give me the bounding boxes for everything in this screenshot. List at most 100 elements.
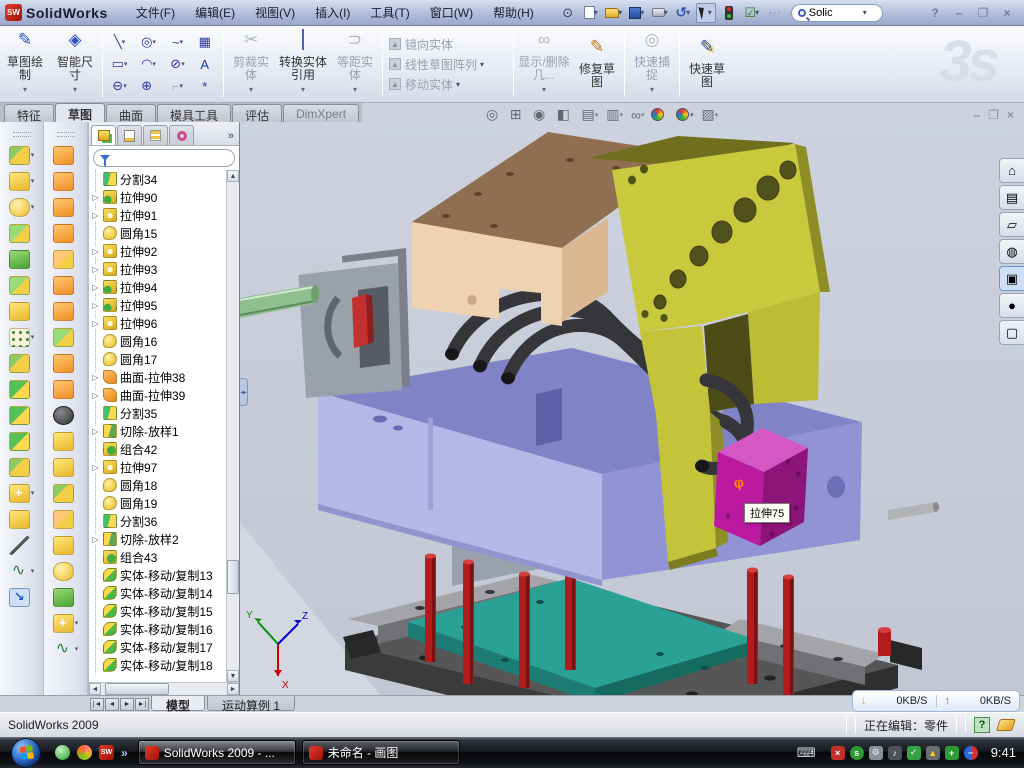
prev-tab-button[interactable]: ◄ xyxy=(105,698,119,711)
ribbon-tab[interactable]: 评估 xyxy=(232,104,282,122)
pin-icon[interactable]: ⊙ xyxy=(558,3,578,23)
feature-tool-button[interactable]: ▾ xyxy=(9,454,35,480)
sketch-button[interactable]: ✎ 草图绘制▾ xyxy=(0,26,50,102)
mold-tool-button[interactable]: ▾ xyxy=(53,168,79,194)
expand-arrow-icon[interactable]: ▷ xyxy=(91,391,100,400)
feature-tool-button[interactable]: ▾ xyxy=(9,246,35,272)
restore-button[interactable]: ❐ xyxy=(974,5,992,20)
trim-entities-button[interactable]: ✂ 剪裁实体▾ xyxy=(226,26,276,102)
tree-item[interactable]: ▷ 组合42 xyxy=(96,440,239,458)
hud-view-tool-button[interactable]: ▤▾ xyxy=(580,106,598,123)
scroll-thumb[interactable] xyxy=(227,560,239,594)
property-manager-tab[interactable] xyxy=(117,125,142,145)
mold-tool-button[interactable]: ▾ xyxy=(53,246,79,272)
feature-tool-button[interactable]: ▾ xyxy=(9,402,35,428)
select-button[interactable]: ▾ xyxy=(696,3,716,23)
tree-item[interactable]: ▷ 实体-移动/复制16 xyxy=(96,620,239,638)
feature-tool-button[interactable]: ▾ xyxy=(9,272,35,298)
tree-item[interactable]: ▷ 分割35 xyxy=(96,404,239,422)
sketch-entity-button[interactable]: ◠▾ xyxy=(134,53,163,75)
ribbon-tab[interactable]: DimXpert xyxy=(283,104,359,122)
ribbon-tab[interactable]: 特征 xyxy=(4,104,54,122)
design-checker-icon[interactable] xyxy=(719,3,739,23)
menu-item[interactable]: 视图(V) xyxy=(245,0,305,25)
feature-tool-button[interactable]: ▾ xyxy=(9,142,35,168)
convert-entities-button[interactable]: 转换实体引用▾ xyxy=(276,26,330,102)
mold-tool-button[interactable]: ▾ xyxy=(53,402,79,428)
mold-tool-button[interactable]: ▾ xyxy=(53,272,79,298)
hscroll-thumb[interactable] xyxy=(105,683,169,695)
feature-tool-button[interactable]: ▾ xyxy=(9,558,35,584)
tree-item[interactable]: ▷ 拉伸97 xyxy=(96,458,239,476)
mold-tool-button[interactable]: ▾ xyxy=(53,532,79,558)
mold-tool-button[interactable]: ▾ xyxy=(53,324,79,350)
sketch-entity-button[interactable]: ⊘▾ xyxy=(163,53,192,75)
undo-button[interactable]: ↺▾ xyxy=(673,3,693,23)
tags-icon[interactable] xyxy=(996,719,1016,731)
mold-tool-button[interactable]: ▾ xyxy=(53,220,79,246)
volume-tray-icon[interactable]: ♪ xyxy=(888,746,902,760)
tree-item[interactable]: ▷ 拉伸91 xyxy=(96,206,239,224)
sketch-entity-button[interactable]: ~▾ xyxy=(163,31,192,53)
panel-splitter-handle[interactable]: ◂▸ xyxy=(240,378,248,406)
task-pane-tab[interactable]: ▤ xyxy=(999,185,1024,210)
quick-tips-button[interactable]: ? xyxy=(974,717,990,733)
messenger-icon[interactable] xyxy=(55,745,70,760)
tree-item[interactable]: ▷ 圆角19 xyxy=(96,494,239,512)
feature-manager-tab[interactable] xyxy=(91,125,116,145)
tree-item[interactable]: ▷ 切除-放样1 xyxy=(96,422,239,440)
menu-item[interactable]: 文件(F) xyxy=(126,0,185,25)
sketch-entity-button[interactable]: ⊖▾ xyxy=(105,75,134,97)
ribbon-tab[interactable]: 草图 xyxy=(55,103,105,122)
task-pane-tab[interactable]: ▣ xyxy=(999,266,1024,291)
hud-view-tool-button[interactable]: ◎▾ xyxy=(485,106,502,123)
task-pane-tab[interactable]: ◍ xyxy=(999,239,1024,264)
expand-arrow-icon[interactable]: ▷ xyxy=(91,463,100,472)
sketch-tool-button[interactable]: ▲ 移动实体▾ xyxy=(389,75,507,93)
sketch-entity-button[interactable]: ⌐▾ xyxy=(163,75,192,97)
save-button[interactable]: ▾ xyxy=(627,3,647,23)
sketch-entity-button[interactable]: ▭▾ xyxy=(105,53,134,75)
expand-arrow-icon[interactable]: ▷ xyxy=(91,301,100,310)
help-button[interactable]: ? xyxy=(926,5,944,20)
manager-tabs-overflow[interactable]: » xyxy=(225,130,237,145)
expand-arrow-icon[interactable]: ▷ xyxy=(91,319,100,328)
graphics-area[interactable]: φ Y Z X ◎▾ xyxy=(240,103,1024,695)
part-sprue-latch[interactable] xyxy=(298,248,410,398)
tree-item[interactable]: ▷ 圆角17 xyxy=(96,350,239,368)
search-box[interactable]: ▾ xyxy=(791,4,883,22)
tree-item[interactable]: ▷ 实体-移动/复制15 xyxy=(96,602,239,620)
expand-arrow-icon[interactable]: ▷ xyxy=(91,193,100,202)
options-button[interactable]: ☑▾ xyxy=(742,3,762,23)
sketch-tool-button[interactable]: ▲ 镜向实体▾ xyxy=(389,35,507,53)
ribbon-tab[interactable]: 曲面 xyxy=(106,104,156,122)
feature-tool-button[interactable]: ▾ xyxy=(9,324,35,350)
repair-sketch-button[interactable]: ✎ 修复草图 xyxy=(572,26,622,102)
mold-tool-button[interactable]: ▾ xyxy=(53,194,79,220)
feature-tool-button[interactable]: ▾ xyxy=(9,298,35,324)
display-delete-relations-button[interactable]: ∞ 显示/删除几...▾ xyxy=(516,26,572,102)
tree-item[interactable]: ▷ 组合43 xyxy=(96,548,239,566)
traffic-tray-icon[interactable]: − xyxy=(964,746,978,760)
expand-arrow-icon[interactable]: ▷ xyxy=(91,211,100,220)
sync-tray-icon[interactable]: ✓ xyxy=(907,746,921,760)
tree-item[interactable]: ▷ 实体-移动/复制17 xyxy=(96,638,239,656)
sketch-entity-button[interactable]: ⊕▾ xyxy=(134,75,163,97)
tree-item[interactable]: ▷ 拉伸96 xyxy=(96,314,239,332)
scroll-up-icon[interactable]: ▲ xyxy=(227,170,239,182)
menu-item[interactable]: 帮助(H) xyxy=(483,0,544,25)
doc-minimize-button[interactable]: – xyxy=(974,108,981,122)
warning-tray-icon[interactable]: ▲ xyxy=(926,746,940,760)
smart-dimension-button[interactable]: ◈ 智能尺寸▾ xyxy=(50,26,100,102)
sketch-entity-button[interactable]: ◎▾ xyxy=(134,31,163,53)
tree-item[interactable]: ▷ 拉伸92 xyxy=(96,242,239,260)
scroll-right-icon[interactable]: ► xyxy=(227,683,239,695)
ribbon-tab[interactable]: 模具工具 xyxy=(157,104,231,122)
mold-tool-button[interactable]: ▾ xyxy=(53,506,79,532)
mold-tool-button[interactable]: ▾ xyxy=(53,142,79,168)
doc-restore-button[interactable]: ❐ xyxy=(988,108,999,122)
document-tab[interactable]: 模型 xyxy=(151,696,205,711)
feature-tool-button[interactable]: ▾ xyxy=(9,194,35,220)
task-pane-tab[interactable]: ▢ xyxy=(999,320,1024,345)
mold-tool-button[interactable]: ▾ xyxy=(53,428,79,454)
